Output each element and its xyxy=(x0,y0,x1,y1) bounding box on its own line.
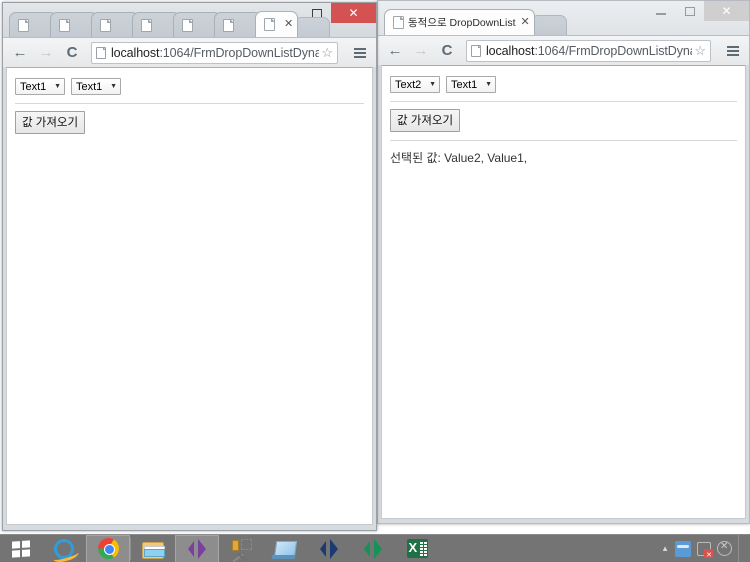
taskbar: ▲ xyxy=(0,534,750,562)
page-favicon-icon xyxy=(223,18,234,32)
tabs-left: ✕ xyxy=(9,11,331,37)
tab-close-icon[interactable]: ✕ xyxy=(521,16,530,28)
dropdown-1-left[interactable]: Text1 ▼ xyxy=(15,78,65,95)
tabstrip-right: ✕ 동적으로 DropDownList ✕ xyxy=(378,1,749,35)
reload-icon[interactable]: C xyxy=(61,42,83,64)
page-favicon-icon xyxy=(59,18,70,32)
dropdown-2-left[interactable]: Text1 ▼ xyxy=(71,78,121,95)
taskbar-item-file-explorer[interactable] xyxy=(131,535,175,562)
url-host: localhost xyxy=(111,45,160,60)
start-button[interactable] xyxy=(0,535,42,562)
visual-studio-icon xyxy=(187,538,207,559)
internet-explorer-icon xyxy=(54,538,74,559)
file-explorer-icon xyxy=(142,541,165,559)
dropdown-1-value: Text1 xyxy=(20,80,47,93)
dropdown-2-value: Text1 xyxy=(76,80,103,93)
browser-toolbar-left: ← → C localhost:1064/FrmDropDownListDyna… xyxy=(3,37,376,67)
page-favicon-icon xyxy=(264,18,275,31)
tab-close-icon[interactable]: ✕ xyxy=(284,18,293,30)
taskbar-item-notepad[interactable] xyxy=(263,535,307,562)
page-favicon-icon xyxy=(182,18,193,32)
url-path: :1064/FrmDropDownListDynamicC xyxy=(534,43,692,58)
dropdown-1-value: Text2 xyxy=(395,78,422,91)
url-path: :1064/FrmDropDownListDynamicC xyxy=(159,45,320,60)
google-chrome-icon xyxy=(97,538,119,559)
chevron-down-icon: ▼ xyxy=(110,83,117,90)
page-viewport-right: Text2 ▼ Text1 ▼ 값 가져오기 선택된 값: Value2, Va… xyxy=(381,65,746,519)
action-center-flag-icon[interactable] xyxy=(697,541,713,559)
taskbar-item-google-chrome[interactable] xyxy=(86,534,130,562)
desktop: ✕ 동적으로 DropDownList ✕ ← → C localhost:10… xyxy=(0,0,750,534)
tabs-right: 동적으로 DropDownList ✕ xyxy=(384,9,567,35)
tab-dropdownlist[interactable]: 동적으로 DropDownList ✕ xyxy=(384,9,535,35)
taskbar-item-internet-explorer[interactable] xyxy=(42,535,86,562)
taskbar-item-build-tools[interactable] xyxy=(219,535,263,562)
tray-overflow-icon[interactable]: ▲ xyxy=(661,544,669,553)
url-host: localhost xyxy=(486,43,535,58)
tab-title: 동적으로 DropDownList xyxy=(408,17,516,29)
browser-window-right[interactable]: ✕ 동적으로 DropDownList ✕ ← → C localhost:10… xyxy=(377,0,750,524)
divider-2-right xyxy=(390,140,737,141)
minimize-button-right[interactable] xyxy=(646,1,675,21)
address-bar-left[interactable]: localhost:1064/FrmDropDownListDynamicC ☆ xyxy=(91,41,338,64)
dropdown-2-right[interactable]: Text1 ▼ xyxy=(446,76,496,93)
dropdown-row-left: Text1 ▼ Text1 ▼ xyxy=(15,76,364,95)
divider-1-right xyxy=(390,101,737,102)
dropdown-2-value: Text1 xyxy=(451,78,478,91)
dropdown-1-right[interactable]: Text2 ▼ xyxy=(390,76,440,93)
get-values-button-left[interactable]: 값 가져오기 xyxy=(15,111,86,134)
page-favicon-icon xyxy=(393,16,404,29)
page-info-icon xyxy=(96,46,106,59)
close-button-left[interactable]: ✕ xyxy=(331,3,376,23)
taskbar-item-visual-studio-purple[interactable] xyxy=(175,534,219,562)
visual-studio-icon xyxy=(319,538,339,559)
page-viewport-left: Text1 ▼ Text1 ▼ 값 가져오기 xyxy=(6,67,373,525)
page-favicon-icon xyxy=(18,18,29,32)
browser-window-left[interactable]: ✕ ✕ ← → C localhost:1064/FrmDropDownList… xyxy=(2,2,377,531)
network-icon[interactable] xyxy=(675,540,691,557)
address-bar-right[interactable]: localhost:1064/FrmDropDownListDynamicC ☆ xyxy=(466,39,711,62)
reload-icon[interactable]: C xyxy=(436,40,458,62)
chevron-down-icon: ▼ xyxy=(485,81,492,88)
browser-toolbar-right: ← → C localhost:1064/FrmDropDownListDyna… xyxy=(378,35,749,65)
bookmark-star-icon[interactable]: ☆ xyxy=(321,45,333,61)
taskbar-item-visual-studio-green[interactable] xyxy=(351,535,395,562)
taskbar-item-excel[interactable] xyxy=(395,535,439,562)
window-caption-buttons-right: ✕ xyxy=(646,1,749,21)
close-button-right[interactable]: ✕ xyxy=(704,1,749,21)
hamburger-menu-icon[interactable] xyxy=(350,42,370,64)
hamburger-menu-icon[interactable] xyxy=(723,40,743,62)
back-icon[interactable]: ← xyxy=(9,42,31,64)
tabstrip-left: ✕ ✕ xyxy=(3,3,376,37)
back-icon[interactable]: ← xyxy=(384,40,406,62)
no-sound-icon[interactable] xyxy=(717,541,732,556)
chevron-down-icon: ▼ xyxy=(429,81,436,88)
get-values-button-right[interactable]: 값 가져오기 xyxy=(390,109,461,132)
tab-7-active[interactable]: ✕ xyxy=(255,11,299,37)
excel-icon xyxy=(406,539,428,558)
taskbar-item-visual-studio-blue[interactable] xyxy=(307,535,351,562)
page-favicon-icon xyxy=(141,18,152,32)
windows-logo-icon xyxy=(12,539,30,558)
forward-icon[interactable]: → xyxy=(410,40,432,62)
address-bar-text: localhost:1064/FrmDropDownListDynamicC xyxy=(486,44,692,58)
visual-studio-icon xyxy=(363,538,383,559)
forward-icon[interactable]: → xyxy=(35,42,57,64)
bookmark-star-icon[interactable]: ☆ xyxy=(694,43,706,59)
divider-1-left xyxy=(15,103,364,104)
new-tab-button-right[interactable] xyxy=(530,15,567,35)
notepad-icon xyxy=(273,541,297,558)
new-tab-button-left[interactable] xyxy=(294,17,331,37)
page-favicon-icon xyxy=(100,18,111,32)
maximize-button-right[interactable] xyxy=(675,1,704,21)
address-bar-text: localhost:1064/FrmDropDownListDynamicC xyxy=(111,46,319,60)
build-tools-icon xyxy=(230,538,252,562)
show-desktop-button[interactable] xyxy=(738,534,744,562)
selected-values-text: 선택된 값: Value2, Value1, xyxy=(390,151,528,165)
chevron-down-icon: ▼ xyxy=(54,83,61,90)
page-info-icon xyxy=(471,44,481,57)
dropdown-row-right: Text2 ▼ Text1 ▼ xyxy=(390,74,737,93)
system-tray: ▲ xyxy=(661,534,750,562)
